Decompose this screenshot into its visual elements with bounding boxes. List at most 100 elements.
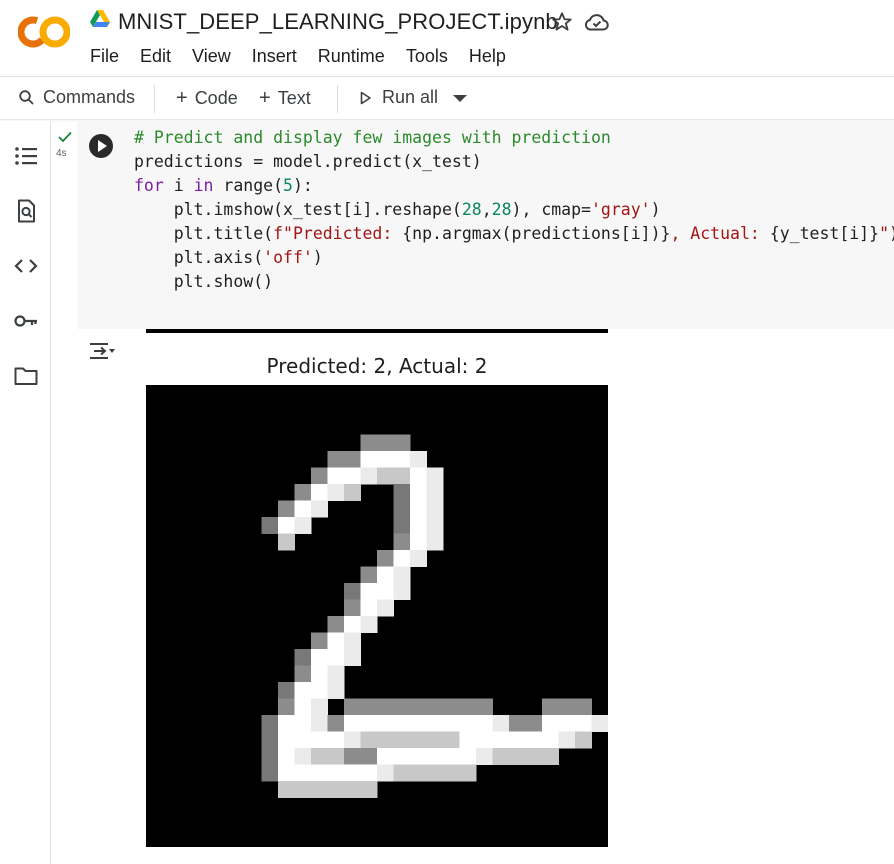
digit-pixel — [278, 715, 295, 732]
code-line: predictions = model.predict(x_test) — [134, 152, 482, 171]
cloud-saved-icon[interactable] — [585, 11, 609, 33]
menu-file[interactable]: File — [90, 46, 119, 67]
menu-edit[interactable]: Edit — [140, 46, 171, 67]
digit-pixel — [476, 748, 493, 765]
digit-pixel — [327, 715, 345, 732]
digit-pixel — [360, 731, 378, 749]
add-text-button[interactable]: + Text — [259, 87, 311, 110]
colab-logo[interactable] — [18, 14, 70, 50]
digit-pixel — [327, 451, 345, 468]
digit-pixel — [410, 698, 427, 716]
digit-pixel — [476, 731, 493, 749]
digit-pixel — [344, 764, 361, 782]
menu-view[interactable]: View — [192, 46, 231, 67]
plus-icon: + — [259, 87, 271, 109]
digit-pixel — [327, 484, 345, 501]
code-snippets-icon[interactable] — [13, 253, 39, 279]
menu-help[interactable]: Help — [469, 46, 506, 67]
digit-pixel — [410, 533, 427, 551]
digit-pixel — [294, 764, 312, 782]
digit-pixel — [278, 731, 295, 749]
star-icon[interactable] — [551, 11, 573, 33]
digit-pixel — [410, 467, 427, 485]
code-line: plt.axis('off') — [134, 248, 323, 267]
secrets-key-icon[interactable] — [13, 308, 39, 334]
commands-button[interactable]: Commands — [18, 87, 135, 108]
code-line: plt.title(f"Predicted: {np.argmax(predic… — [134, 224, 894, 243]
code-label: Code — [194, 88, 238, 108]
digit-pixel — [261, 517, 279, 534]
digit-pixel — [360, 616, 378, 633]
digit-pixel — [393, 748, 411, 765]
digit-pixel — [344, 715, 361, 732]
cell-status-gutter: 4s — [52, 121, 77, 331]
commands-label: Commands — [43, 87, 136, 107]
digit-pixel — [426, 764, 444, 782]
add-code-button[interactable]: + Code — [176, 87, 238, 110]
menu-insert[interactable]: Insert — [252, 46, 297, 67]
digit-pixel — [410, 748, 427, 765]
previous-plot-edge — [146, 329, 608, 333]
digit-pixel — [377, 467, 394, 485]
digit-pixel — [311, 781, 328, 798]
digit-pixel — [377, 434, 394, 452]
digit-pixel — [509, 748, 526, 765]
digit-pixel — [360, 566, 378, 584]
digit-pixel — [393, 533, 411, 551]
digit-pixel — [509, 731, 526, 749]
run-all-button[interactable]: Run all — [360, 87, 438, 108]
menu-runtime[interactable]: Runtime — [318, 46, 385, 67]
digit-pixel — [459, 748, 477, 765]
digit-pixel — [344, 731, 361, 749]
digit-pixel — [294, 665, 312, 683]
app-header: MNIST_DEEP_LEARNING_PROJECT.ipynb File E… — [0, 0, 894, 76]
digit-pixel — [327, 616, 345, 633]
digit-pixel — [344, 698, 361, 716]
mnist-digit-image — [146, 385, 608, 847]
digit-pixel — [294, 781, 312, 798]
table-of-contents-icon[interactable] — [13, 143, 39, 169]
digit-pixel — [492, 715, 510, 732]
chevron-down-icon[interactable] — [453, 95, 467, 103]
digit-pixel — [542, 748, 559, 765]
find-icon[interactable] — [13, 198, 39, 224]
digit-pixel — [410, 517, 427, 534]
menu-bar: File Edit View Insert Runtime Tools Help — [90, 46, 527, 67]
menu-tools[interactable]: Tools — [406, 46, 448, 67]
digit-pixel — [393, 434, 411, 452]
digit-pixel — [542, 715, 559, 732]
digit-pixel — [327, 781, 345, 798]
code-editor[interactable]: # Predict and display few images with pr… — [134, 126, 894, 294]
digit-pixel — [377, 550, 394, 567]
digit-pixel — [542, 731, 559, 749]
digit-pixel — [261, 715, 279, 732]
files-folder-icon[interactable] — [13, 363, 39, 389]
digit-pixel — [278, 781, 295, 798]
digit-pixel — [509, 715, 526, 732]
digit-pixel — [410, 715, 427, 732]
digit-pixel — [294, 484, 312, 501]
run-cell-button[interactable] — [89, 134, 113, 158]
toolbar-divider — [337, 85, 338, 113]
notebook-title[interactable]: MNIST_DEEP_LEARNING_PROJECT.ipynb — [118, 9, 558, 35]
digit-pixel — [278, 748, 295, 765]
digit-pixel — [278, 764, 295, 782]
digit-pixel — [393, 550, 411, 567]
digit-pixel — [261, 748, 279, 765]
digit-pixel — [294, 748, 312, 765]
digit-pixel — [294, 715, 312, 732]
output-actions-icon[interactable] — [88, 339, 116, 363]
digit-pixel — [344, 616, 361, 633]
digit-pixel — [344, 583, 361, 600]
digit-pixel — [327, 632, 345, 650]
code-cell[interactable]: # Predict and display few images with pr… — [77, 121, 894, 329]
digit-pixel — [344, 632, 361, 650]
digit-pixel — [294, 517, 312, 534]
digit-pixel — [377, 599, 394, 617]
digit-pixel — [344, 781, 361, 798]
digit-pixel — [360, 583, 378, 600]
digit-pixel — [426, 698, 444, 716]
digit-pixel — [327, 748, 345, 765]
digit-pixel — [492, 731, 510, 749]
code-line: plt.imshow(x_test[i].reshape(28,28), cma… — [134, 200, 661, 219]
